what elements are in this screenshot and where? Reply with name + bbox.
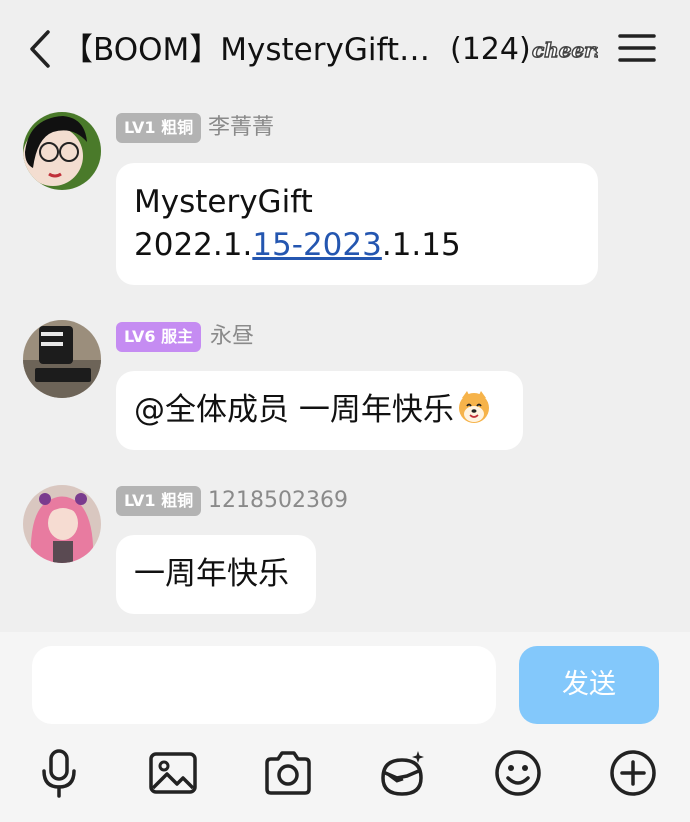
level-badge: LV6 服主 <box>116 322 202 352</box>
image-icon[interactable] <box>148 748 198 798</box>
svg-text:cheers: cheers <box>532 38 598 62</box>
microphone-icon[interactable] <box>34 748 84 798</box>
avatar[interactable] <box>23 320 101 398</box>
member-count: (124) <box>450 32 531 67</box>
chat-header: 【BOOM】MysteryGift… (124) cheers <box>0 0 690 100</box>
sender-name[interactable]: 李菁菁 <box>208 113 274 143</box>
back-arrow-icon[interactable] <box>26 28 56 70</box>
dog-emoji-icon <box>458 391 489 423</box>
message-bubble[interactable]: @全体成员 一周年快乐 <box>116 371 523 450</box>
menu-icon[interactable] <box>618 32 656 64</box>
plus-icon[interactable] <box>608 748 658 798</box>
cheers-badge-icon[interactable]: cheers <box>530 34 598 66</box>
camera-icon[interactable] <box>263 748 313 798</box>
smiley-icon[interactable] <box>493 748 543 798</box>
message-bubble[interactable]: MysteryGift 2022.1.15-2023.1.15 <box>116 163 598 285</box>
sender-name[interactable]: 永昼 <box>210 322 254 352</box>
message-text: 一周年快乐 <box>134 556 289 592</box>
message-bubble[interactable]: 一周年快乐 <box>116 535 316 614</box>
level-badge: LV1 粗铜 <box>116 486 202 516</box>
group-title[interactable]: 【BOOM】MysteryGift… <box>62 30 430 70</box>
sender-name[interactable]: 1218502369 <box>208 486 348 516</box>
message-text-line: MysteryGift <box>134 184 313 220</box>
message-input[interactable] <box>32 646 496 724</box>
avatar[interactable] <box>23 112 101 190</box>
ar-glasses-icon[interactable] <box>377 748 427 798</box>
send-button[interactable]: 发送 <box>519 646 659 724</box>
level-badge: LV1 粗铜 <box>116 113 202 143</box>
message-text: @全体成员 一周年快乐 <box>134 392 454 428</box>
message-text-line: 2022.1.15-2023.1.15 <box>134 227 461 263</box>
avatar[interactable] <box>23 485 101 563</box>
message-link[interactable]: 15-2023 <box>252 227 382 263</box>
